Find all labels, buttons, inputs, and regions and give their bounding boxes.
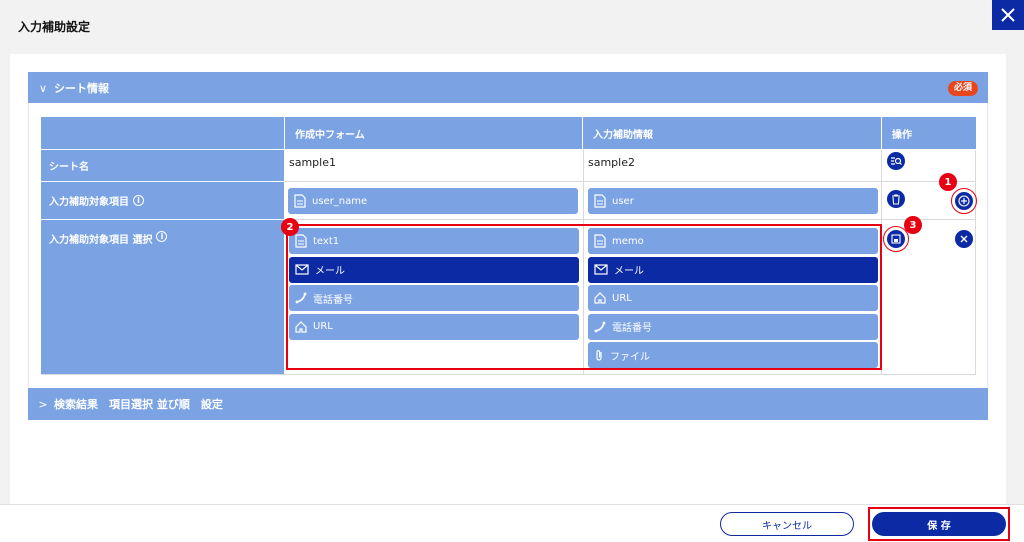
dialog-header: 入力補助設定 <box>0 0 1024 52</box>
column-divider <box>975 150 976 374</box>
dialog-title: 入力補助設定 <box>18 20 91 34</box>
info-icon[interactable]: i <box>133 195 144 206</box>
row-label-sheet-name-text: シート名 <box>49 162 89 173</box>
save-pair-button[interactable] <box>887 230 905 248</box>
row-label-sheet-name: シート名 <box>41 150 284 181</box>
sheet-name-form-value: sample1 <box>289 156 336 169</box>
annotation-marker-3: 3 <box>904 216 922 234</box>
table-header-blank <box>41 117 284 149</box>
remove-pair-button[interactable] <box>955 230 973 248</box>
save-button[interactable]: 保 存 <box>872 512 1006 536</box>
list-search-icon <box>891 157 902 165</box>
document-icon <box>294 194 306 208</box>
row-label-target-item-text: 入力補助対象項目 <box>49 197 129 208</box>
section-sheet-info-title: シート情報 <box>54 82 109 95</box>
cancel-button[interactable]: キャンセル <box>720 512 854 536</box>
highlight-box-2 <box>286 224 882 370</box>
column-header-form: 作成中フォーム <box>285 117 582 149</box>
target-item-assist-label: user <box>612 195 634 207</box>
sheet-name-assist-value: sample2 <box>588 156 635 169</box>
plus-circle-icon <box>958 195 970 207</box>
close-button[interactable] <box>992 0 1024 30</box>
delete-target-button[interactable] <box>887 190 905 208</box>
target-item-assist[interactable]: user <box>588 188 878 214</box>
row-divider <box>285 181 976 182</box>
save-icon <box>891 234 901 244</box>
close-icon <box>1001 8 1015 22</box>
document-icon <box>594 194 606 208</box>
chevron-down-icon: ∨ <box>38 81 48 95</box>
trash-icon <box>892 193 900 205</box>
target-item-form[interactable]: user_name <box>288 188 578 214</box>
annotation-marker-1: 1 <box>939 173 957 191</box>
row-label-target-item: 入力補助対象項目 i <box>41 182 284 219</box>
row-divider <box>41 374 976 375</box>
add-target-button[interactable] <box>955 192 973 210</box>
annotation-marker-2: 2 <box>281 218 299 236</box>
info-icon[interactable]: i <box>156 231 168 242</box>
required-badge: 必須 <box>947 81 978 96</box>
row-divider <box>285 219 976 220</box>
column-header-ops: 操作 <box>882 117 976 149</box>
target-item-form-label: user_name <box>312 195 368 207</box>
section-search-result-title: 検索結果 項目選択 並び順 設定 <box>54 398 223 411</box>
close-icon <box>960 235 968 243</box>
section-search-result-toggle[interactable]: > 検索結果 項目選択 並び順 設定 <box>28 388 988 420</box>
search-sheet-button[interactable] <box>887 152 905 170</box>
column-header-assist: 入力補助情報 <box>583 117 881 149</box>
chevron-right-icon: > <box>38 397 48 411</box>
row-label-target-select-text: 入力補助対象項目 選択 <box>49 235 153 246</box>
section-sheet-info-toggle[interactable]: ∨ シート情報 必須 <box>28 72 988 104</box>
row-label-target-select: 入力補助対象項目 選択 i <box>41 220 284 374</box>
